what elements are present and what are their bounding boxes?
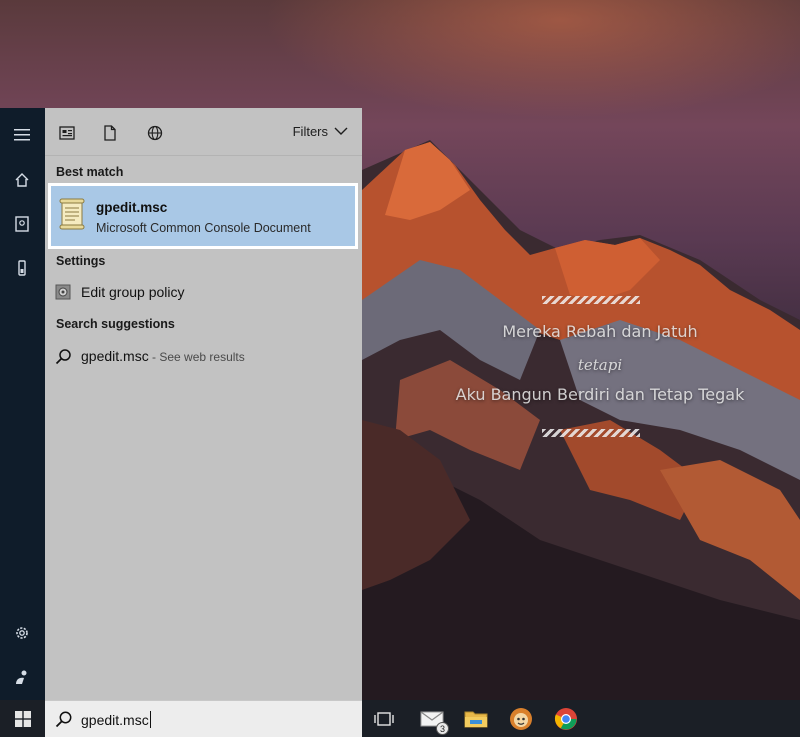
web-suggestion-label: gpedit.msc - See web results (81, 348, 245, 364)
search-icon (55, 711, 72, 728)
suggestion-suffix: - See web results (148, 350, 245, 364)
console-document-icon (58, 198, 86, 230)
taskbar-search-box[interactable]: gpedit.msc (45, 700, 362, 737)
settings-result-item[interactable]: Edit group policy (45, 279, 362, 305)
suggestion-query: gpedit.msc (81, 348, 149, 364)
best-match-heading: Best match (56, 165, 124, 179)
documents-icon[interactable] (99, 122, 121, 144)
best-match-item[interactable]: gpedit.msc Microsoft Common Console Docu… (48, 183, 358, 249)
search-input-value: gpedit.msc (81, 712, 149, 728)
filters-button[interactable]: Filters (293, 124, 348, 139)
file-explorer-icon[interactable] (463, 706, 489, 732)
settings-icon[interactable] (10, 621, 34, 645)
windows-icon (14, 710, 31, 727)
mail-icon[interactable]: 3 (419, 706, 449, 735)
task-view-icon[interactable] (371, 706, 397, 732)
best-match-subtitle: Microsoft Common Console Document (96, 221, 311, 235)
search-panel: Filters Best match gpedit.msc Microsoft … (45, 108, 362, 700)
quote-decoration-top (542, 296, 640, 304)
feedback-icon[interactable] (10, 665, 34, 689)
app-icon[interactable] (508, 706, 534, 732)
search-suggestions-heading: Search suggestions (56, 317, 175, 331)
start-rail (0, 108, 45, 700)
settings-result-label: Edit group policy (81, 284, 185, 300)
apps-icon[interactable] (56, 122, 78, 144)
chrome-icon[interactable] (553, 706, 579, 732)
notebook-icon[interactable] (10, 212, 34, 236)
quote-decoration-bottom (542, 429, 640, 437)
chevron-down-icon (334, 127, 348, 135)
start-button[interactable] (0, 700, 45, 737)
filters-label: Filters (292, 124, 328, 139)
taskbar: gpedit.msc 3 (0, 700, 800, 737)
group-policy-icon (54, 283, 72, 301)
search-input[interactable]: gpedit.msc (81, 711, 151, 728)
menu-icon[interactable] (10, 123, 34, 147)
device-icon[interactable] (10, 256, 34, 280)
text-caret (149, 711, 151, 728)
web-icon[interactable] (144, 122, 166, 144)
settings-heading: Settings (56, 254, 106, 268)
web-suggestion-item[interactable]: gpedit.msc - See web results (45, 343, 362, 369)
search-icon (54, 347, 72, 365)
best-match-title: gpedit.msc (96, 200, 168, 215)
quote-line-2: tetapi (577, 356, 623, 374)
mail-badge: 3 (436, 722, 449, 735)
panel-toolbar: Filters (45, 108, 362, 156)
quote-line-3: Aku Bangun Berdiri dan Tetap Tegak (455, 385, 745, 404)
quote-line-1: Mereka Rebah dan Jatuh (502, 322, 698, 341)
home-icon[interactable] (10, 168, 34, 192)
